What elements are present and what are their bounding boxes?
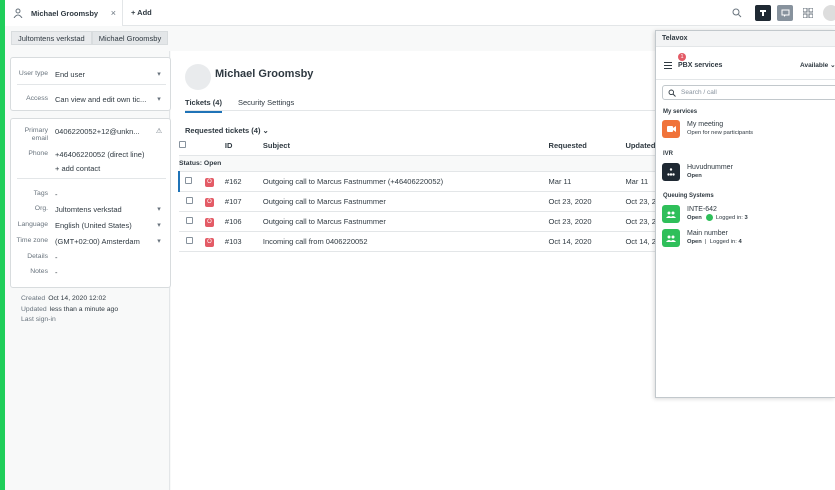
contact-details-card: Primary email 0406220052+12@unkn... ⚠ Pho… xyxy=(10,118,171,288)
timezone-field[interactable]: Time zone (GMT+02:00) Amsterdam ▾ xyxy=(11,237,170,246)
chevron-down-icon: ▾ xyxy=(157,71,161,78)
availability-dropdown[interactable]: Available ⌄ xyxy=(800,61,835,69)
ivr-heading: IVR xyxy=(663,151,674,157)
group-icon xyxy=(662,205,680,223)
column-subject[interactable]: Subject xyxy=(262,137,549,156)
last-signin-meta: Last sign-in xyxy=(21,316,56,323)
details-field[interactable]: Details - xyxy=(11,253,170,262)
user-avatar[interactable] xyxy=(823,5,835,21)
pbx-title: PBX services xyxy=(678,61,723,69)
org-field[interactable]: Org. Jultomtens verkstad ▾ xyxy=(11,205,170,214)
language-field[interactable]: Language English (United States) ▾ xyxy=(11,221,170,230)
updated-meta: Updated less than a minute ago xyxy=(21,306,119,313)
requested-tickets-dropdown[interactable]: Requested tickets (4) ⌄ xyxy=(185,126,269,135)
video-icon xyxy=(662,120,680,138)
search-icon xyxy=(668,89,676,97)
ticket-subject-link[interactable]: Outgoing call to Marcus Fastnummer xyxy=(262,211,549,232)
telavox-panel: Telavox 1 PBX services Available ⌄ Searc… xyxy=(655,30,835,398)
add-button[interactable]: + Add xyxy=(131,8,152,17)
hierarchy-icon xyxy=(662,163,680,181)
ticket-subject-link[interactable]: Incoming call from 0406220052 xyxy=(262,231,549,252)
pbx-header: 1 PBX services Available ⌄ xyxy=(664,53,835,73)
created-meta: Created Oct 14, 2020 12:02 xyxy=(21,295,107,302)
status-badge: O xyxy=(204,217,214,227)
row-checkbox[interactable] xyxy=(186,216,193,224)
queue-item[interactable]: INTE-642 Open Logged in: 3 xyxy=(662,205,835,223)
row-checkbox[interactable] xyxy=(186,236,193,244)
email-field[interactable]: Primary email 0406220052+12@unkn... ⚠ xyxy=(11,127,170,143)
notes-field[interactable]: Notes - xyxy=(11,268,170,277)
user-type-field[interactable]: User type End user ▾ xyxy=(11,70,170,79)
group-icon xyxy=(662,229,680,247)
panel-title: Telavox xyxy=(656,31,835,47)
ticket-subject-link[interactable]: Outgoing call to Marcus Fastnummer (+464… xyxy=(262,171,549,192)
status-badge: O xyxy=(204,237,214,247)
tags-field[interactable]: Tags - xyxy=(11,190,170,199)
access-field[interactable]: Access Can view and edit own tic... ▾ xyxy=(11,95,170,104)
breadcrumb-org[interactable]: Jultomtens verkstad xyxy=(11,31,92,45)
ticket-subject-link[interactable]: Outgoing call to Marcus Fastnummer xyxy=(262,191,549,212)
logged-in-icon xyxy=(705,214,713,221)
menu-icon[interactable] xyxy=(664,61,672,69)
row-checkbox[interactable] xyxy=(186,196,193,204)
chat-icon[interactable] xyxy=(777,5,793,21)
tab-title: Michael Groomsby xyxy=(31,8,99,18)
select-all-checkbox[interactable] xyxy=(179,141,186,149)
chevron-down-icon: ▾ xyxy=(157,238,161,245)
grid-icon[interactable] xyxy=(803,8,813,18)
close-icon[interactable]: × xyxy=(111,8,116,18)
status-badge: O xyxy=(204,197,214,207)
user-sidebar: User type End user ▾ Access Can view and… xyxy=(5,51,171,490)
queuing-systems-heading: Queuing Systems xyxy=(663,193,714,199)
ivr-item[interactable]: Huvudnummer Open xyxy=(662,163,835,181)
chevron-down-icon: ▾ xyxy=(157,222,161,229)
page-title: Michael Groomsby xyxy=(215,68,314,80)
add-contact-link[interactable]: + add contact xyxy=(11,164,170,173)
column-id[interactable]: ID xyxy=(224,137,263,156)
queue-item[interactable]: Main number Open | Logged in: 4 xyxy=(662,229,835,247)
telavox-app-icon[interactable] xyxy=(755,5,771,21)
breadcrumb: Jultomtens verkstad Michael Groomsby xyxy=(11,31,169,45)
tab-michael-groomsby[interactable]: Michael Groomsby × xyxy=(5,0,123,26)
top-bar: Michael Groomsby × + Add xyxy=(5,0,835,26)
status-badge: O xyxy=(204,177,214,187)
search-icon[interactable] xyxy=(731,7,743,19)
avatar xyxy=(185,64,211,90)
person-icon xyxy=(13,8,23,18)
notification-badge: 1 xyxy=(678,53,686,61)
chevron-down-icon: ▾ xyxy=(157,206,161,213)
chevron-down-icon: ▾ xyxy=(157,96,161,103)
breadcrumb-user[interactable]: Michael Groomsby xyxy=(91,31,169,45)
row-checkbox[interactable] xyxy=(185,176,192,184)
warning-icon: ⚠ xyxy=(155,128,163,135)
phone-field[interactable]: Phone +46406220052 (direct line) xyxy=(11,150,170,159)
column-requested[interactable]: Requested xyxy=(548,137,626,156)
user-type-card: User type End user ▾ Access Can view and… xyxy=(10,57,171,111)
my-meeting-item[interactable]: My meeting Open for new participants xyxy=(662,120,835,138)
my-services-heading: My services xyxy=(663,109,698,115)
search-call-input[interactable]: Search / call xyxy=(662,85,835,100)
